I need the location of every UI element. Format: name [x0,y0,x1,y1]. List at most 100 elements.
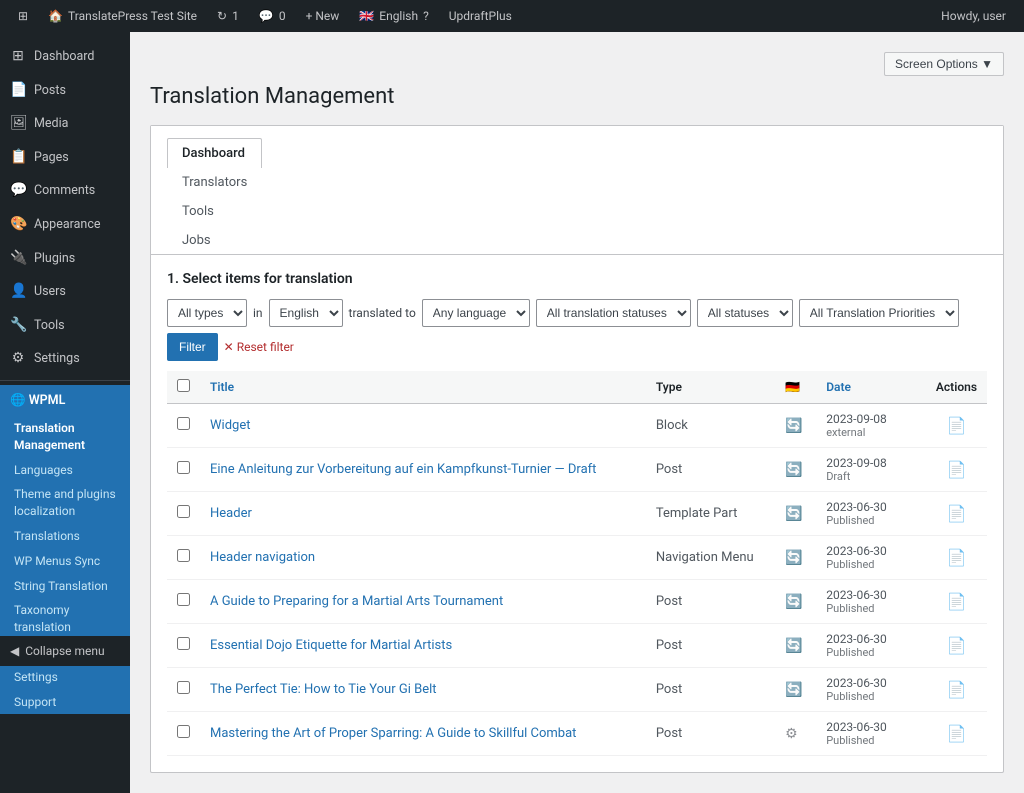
collapse-menu-btn[interactable]: ◀ Collapse menu [0,636,130,666]
language-bar[interactable]: 🇬🇧 English ? [349,0,438,32]
row-date-4: 2023-06-30 Published [816,536,926,580]
main-card: DashboardTranslatorsToolsJobs 1. Select … [150,125,1004,773]
sidebar-item-plugins[interactable]: 🔌 Plugins [0,242,130,276]
comments-bar[interactable]: 💬 0 [249,0,296,32]
filter-row: All types in English translated to Any l… [167,299,987,361]
sidebar-item-posts[interactable]: 📄 Posts [0,74,130,108]
sidebar-item-comments[interactable]: 💬 Comments [0,174,130,208]
tab-label-translators: Translators [182,175,247,190]
screen-options-label: Screen Options [895,57,978,71]
translate-action-4[interactable]: 📄 [946,548,966,567]
translate-action-2[interactable]: 📄 [946,460,966,479]
tab-tools[interactable]: Tools [167,196,262,226]
admin-bar: ⊞ 🏠 TranslatePress Test Site ↻ 1 💬 0 + N… [0,0,1024,32]
select-all-checkbox[interactable] [177,379,190,392]
row-checkbox-3[interactable] [177,505,190,518]
row-checkbox-5[interactable] [177,593,190,606]
sidebar-item-pages[interactable]: 📋 Pages [0,141,130,175]
sidebar-item-dashboard[interactable]: ⊞ Dashboard [0,40,130,74]
sidebar-item-tools[interactable]: 🔧 Tools [0,309,130,343]
table-row: Widget Block 🔄 2023-09-08 external 📄 [167,404,987,448]
tab-label-jobs: Jobs [182,233,211,248]
wpml-item-translation-management[interactable]: Translation Management [0,416,130,458]
howdy-bar: Howdy, user [931,0,1016,32]
row-checkbox-cell [167,404,200,448]
wpml-label-taxonomy-translation: Taxonomy translation [14,602,120,636]
row-checkbox-1[interactable] [177,417,190,430]
translate-action-6[interactable]: 📄 [946,636,966,655]
row-title-7[interactable]: The Perfect Tie: How to Tie Your Gi Belt [200,668,646,712]
row-title-1[interactable]: Widget [200,404,646,448]
row-title-8[interactable]: Mastering the Art of Proper Sparring: A … [200,712,646,756]
wpml-item-wp-menus-sync[interactable]: WP Menus Sync [0,549,130,574]
row-checkbox-7[interactable] [177,681,190,694]
date-header[interactable]: Date [816,371,926,404]
row-type-8: Post [646,712,775,756]
row-title-5[interactable]: A Guide to Preparing for a Martial Arts … [200,580,646,624]
new-item-bar[interactable]: + New [296,0,350,32]
wpml-item-translations[interactable]: Translations [0,524,130,549]
tab-jobs[interactable]: Jobs [167,225,262,255]
tab-dashboard[interactable]: Dashboard [167,138,262,168]
translate-status-icon: 🔄 [785,462,802,478]
wpml-label-wp-menus-sync: WP Menus Sync [14,553,100,570]
translate-action-3[interactable]: 📄 [946,504,966,523]
site-name-bar[interactable]: 🏠 TranslatePress Test Site [38,0,207,32]
row-translation-5: 🔄 [775,580,816,624]
row-checkbox-6[interactable] [177,637,190,650]
wpml-item-languages[interactable]: Languages [0,458,130,483]
table-row: Mastering the Art of Proper Sparring: A … [167,712,987,756]
translate-action-1[interactable]: 📄 [946,416,966,435]
translate-action-8[interactable]: 📄 [946,724,966,743]
sidebar-item-settings[interactable]: ⚙ Settings [0,342,130,376]
language-filter[interactable]: English [269,299,343,327]
row-checkbox-2[interactable] [177,461,190,474]
wp-logo[interactable]: ⊞ [8,0,38,32]
wpml-item-taxonomy-translation[interactable]: Taxonomy translation [0,598,130,640]
title-header[interactable]: Title [200,371,646,404]
sidebar-label-dashboard: Dashboard [34,48,94,66]
row-title-6[interactable]: Essential Dojo Etiquette for Martial Art… [200,624,646,668]
any-language-filter[interactable]: Any language [422,299,530,327]
translation-status-filter[interactable]: All translation statuses [536,299,691,327]
row-checkbox-cell [167,712,200,756]
reset-filter-link[interactable]: ✕ Reset filter [224,340,294,354]
sidebar-item-users[interactable]: 👤 Users [0,275,130,309]
comments-icon: 💬 [259,9,274,23]
row-checkbox-4[interactable] [177,549,190,562]
sidebar-item-media[interactable]: 🖼 Media [0,107,130,141]
wpml-item-string-translation[interactable]: String Translation [0,574,130,599]
updraftplus-bar[interactable]: UpdraftPlus [439,0,522,32]
wpml-item-theme-plugins[interactable]: Theme and plugins localization [0,482,130,524]
updates-bar[interactable]: ↻ 1 [207,0,249,32]
row-translation-8: ⚙ [775,712,816,756]
appearance-icon: 🎨 [10,215,26,235]
row-checkbox-8[interactable] [177,725,190,738]
statuses-filter[interactable]: All statuses [697,299,793,327]
screen-options-btn[interactable]: Screen Options ▼ [884,52,1004,76]
row-translation-3: 🔄 [775,492,816,536]
translate-status-icon: 🔄 [785,418,802,434]
tab-translators[interactable]: Translators [167,167,262,197]
row-title-3[interactable]: Header [200,492,646,536]
translate-action-5[interactable]: 📄 [946,592,966,611]
comments-count: 0 [279,9,286,23]
row-title-4[interactable]: Header navigation [200,536,646,580]
posts-icon: 📄 [10,81,26,101]
wpml-item-support[interactable]: Support [0,690,130,715]
dashboard-icon: ⊞ [10,47,26,67]
row-type-7: Post [646,668,775,712]
row-translation-2: 🔄 [775,448,816,492]
type-filter[interactable]: All types [167,299,247,327]
translated-to-label: translated to [349,306,416,320]
translate-action-7[interactable]: 📄 [946,680,966,699]
wpml-item-settings-wpml[interactable]: Settings [0,665,130,690]
filter-button[interactable]: Filter [167,333,218,361]
row-title-2[interactable]: Eine Anleitung zur Vorbereitung auf ein … [200,448,646,492]
wpml-header[interactable]: 🌐 WPML [0,385,130,416]
priorities-filter[interactable]: All Translation Priorities [799,299,959,327]
table-row: A Guide to Preparing for a Martial Arts … [167,580,987,624]
sidebar-item-appearance[interactable]: 🎨 Appearance [0,208,130,242]
sidebar-label-settings: Settings [34,350,80,368]
table-row: Header Template Part 🔄 2023-06-30 Publis… [167,492,987,536]
